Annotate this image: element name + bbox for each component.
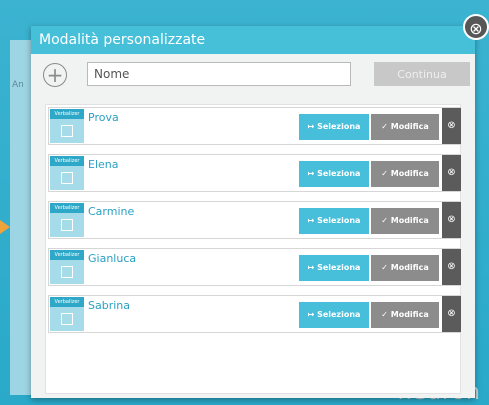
select-button[interactable]: ↦ Seleziona xyxy=(299,302,369,328)
list-item: Verbalizer Sabrina ↦ Seleziona ✓ Modific… xyxy=(48,295,461,333)
document-icon xyxy=(61,125,73,137)
close-icon[interactable]: ⊗ xyxy=(463,14,489,40)
mode-icon: Verbalizer xyxy=(50,297,84,331)
mode-icon: Verbalizer xyxy=(50,109,84,143)
name-input[interactable] xyxy=(87,62,351,86)
select-button[interactable]: ↦ Seleziona xyxy=(299,255,369,281)
dialog-toolbar: + Continua xyxy=(31,54,475,96)
mode-name: Elena xyxy=(88,158,119,171)
add-icon[interactable]: + xyxy=(43,63,67,87)
edit-button[interactable]: ✓ Modifica xyxy=(371,114,439,140)
delete-icon[interactable]: ⊗ xyxy=(442,296,461,332)
edit-button[interactable]: ✓ Modifica xyxy=(371,161,439,187)
background-side-label: An xyxy=(12,80,24,90)
edit-button[interactable]: ✓ Modifica xyxy=(371,255,439,281)
list-item: Verbalizer Carmine ↦ Seleziona ✓ Modific… xyxy=(48,201,461,239)
mode-icon: Verbalizer xyxy=(50,250,84,284)
delete-icon[interactable]: ⊗ xyxy=(442,202,461,238)
modes-list: Verbalizer Prova ↦ Seleziona ✓ Modifica … xyxy=(45,104,461,394)
edit-button[interactable]: ✓ Modifica xyxy=(371,302,439,328)
mode-icon: Verbalizer xyxy=(50,203,84,237)
list-item: Verbalizer Gianluca ↦ Seleziona ✓ Modifi… xyxy=(48,248,461,286)
mode-name: Prova xyxy=(88,111,119,124)
dialog-title: Modalità personalizzate xyxy=(31,26,475,54)
mode-badge: Verbalizer xyxy=(50,297,84,307)
mode-name: Carmine xyxy=(88,205,135,218)
mode-badge: Verbalizer xyxy=(50,203,84,213)
edit-button[interactable]: ✓ Modifica xyxy=(371,208,439,234)
mode-name: Gianluca xyxy=(88,252,137,265)
select-button[interactable]: ↦ Seleziona xyxy=(299,208,369,234)
document-icon xyxy=(61,266,73,278)
custom-modes-dialog: Modalità personalizzate ⊗ + Continua Ver… xyxy=(31,14,489,398)
document-icon xyxy=(61,219,73,231)
select-button[interactable]: ↦ Seleziona xyxy=(299,161,369,187)
mode-badge: Verbalizer xyxy=(50,250,84,260)
list-item: Verbalizer Prova ↦ Seleziona ✓ Modifica … xyxy=(48,107,461,145)
mode-name: Sabrina xyxy=(88,299,130,312)
list-item: Verbalizer Elena ↦ Seleziona ✓ Modifica … xyxy=(48,154,461,192)
mode-badge: Verbalizer xyxy=(50,156,84,166)
delete-icon[interactable]: ⊗ xyxy=(442,108,461,144)
continue-button[interactable]: Continua xyxy=(374,62,470,86)
mode-badge: Verbalizer xyxy=(50,109,84,119)
document-icon xyxy=(61,172,73,184)
mode-icon: Verbalizer xyxy=(50,156,84,190)
orange-arrow-icon xyxy=(0,220,10,234)
document-icon xyxy=(61,313,73,325)
delete-icon[interactable]: ⊗ xyxy=(442,249,461,285)
select-button[interactable]: ↦ Seleziona xyxy=(299,114,369,140)
delete-icon[interactable]: ⊗ xyxy=(442,155,461,191)
